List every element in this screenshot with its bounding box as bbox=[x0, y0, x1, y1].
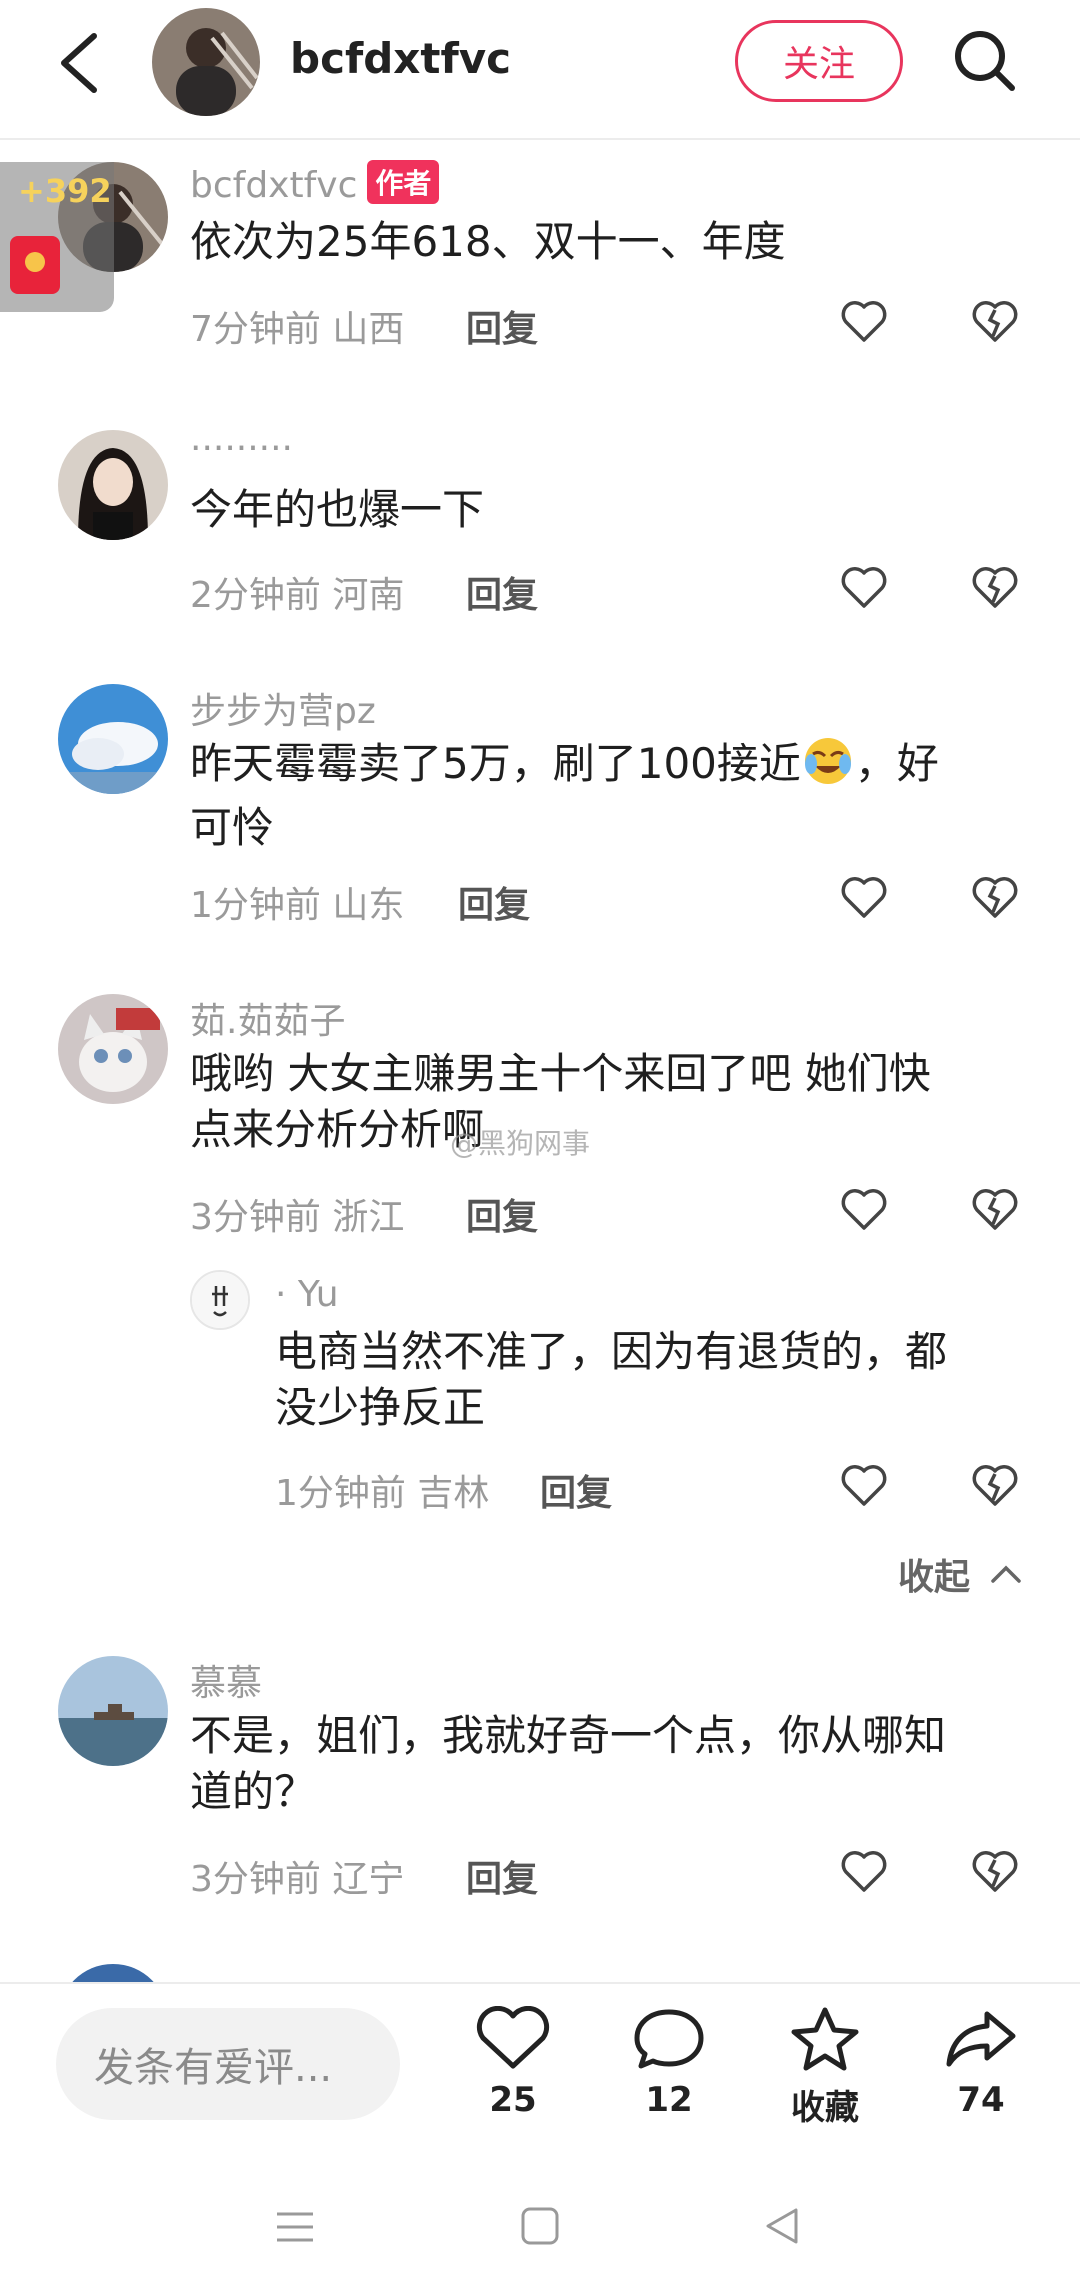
comment-text: 昨天霉霉卖了5万，刷了100接近 ，好 可怜 bbox=[190, 736, 939, 856]
like-icon[interactable] bbox=[840, 1848, 888, 1894]
comment-meta: 1分钟前 山东 bbox=[190, 885, 405, 926]
commenter-avatar[interactable] bbox=[58, 994, 168, 1104]
home-icon[interactable] bbox=[520, 2206, 560, 2250]
red-packet-count: +392 bbox=[18, 172, 112, 210]
like-icon[interactable] bbox=[840, 1462, 888, 1508]
commenter-username[interactable]: bcfdxtfvc 作者 bbox=[190, 160, 440, 206]
like-icon[interactable] bbox=[840, 564, 888, 610]
reply-button[interactable]: 回复 bbox=[458, 876, 530, 928]
comment-meta: 3分钟前 辽宁 bbox=[190, 1859, 405, 1900]
bottom-action-bar: 发条有爱评... 25 12 收藏 74 bbox=[0, 1982, 1080, 2142]
comment-text-line: 道的？ bbox=[190, 1767, 317, 1816]
comment-text-line: 哦哟 大女主赚男主十个来回了吧 她们快 bbox=[190, 1049, 931, 1098]
reply-button[interactable]: 回复 bbox=[466, 1188, 538, 1240]
reply-text: 电商当然不准了，因为有退货的，都 没少挣反正 bbox=[275, 1324, 947, 1436]
top-bar: bcfdxtfvc 关注 bbox=[0, 0, 1080, 140]
share-count: 74 bbox=[957, 2080, 1005, 2120]
follow-button[interactable]: 关注 bbox=[735, 20, 903, 102]
username-text[interactable]: bcfdxtfvc bbox=[190, 165, 357, 206]
search-icon[interactable] bbox=[950, 26, 1020, 96]
favorite-button[interactable]: 收藏 bbox=[770, 2006, 880, 2129]
comment-text-line: 可怜 bbox=[190, 803, 275, 852]
red-packet-float[interactable]: +392 bbox=[0, 162, 114, 312]
back-arrow-icon[interactable] bbox=[52, 28, 112, 98]
comment-text-line: 昨天霉霉卖了5万，刷了100接近 bbox=[190, 739, 801, 788]
dislike-icon[interactable] bbox=[970, 298, 1020, 344]
dislike-icon[interactable] bbox=[970, 874, 1020, 920]
watermark: @黑狗网事 bbox=[450, 1127, 591, 1160]
replier-username[interactable]: · Yu bbox=[275, 1274, 339, 1315]
author-avatar[interactable] bbox=[152, 8, 260, 116]
comment-bubble-icon bbox=[634, 2009, 704, 2069]
commenter-username[interactable]: 步步为营pz bbox=[190, 682, 376, 734]
reply-button[interactable]: 回复 bbox=[540, 1464, 612, 1516]
comment-text: 不是，姐们，我就好奇一个点，你从哪知 道的？ bbox=[190, 1708, 946, 1820]
commenter-avatar[interactable] bbox=[58, 430, 168, 540]
comment-meta: 2分钟前 河南 bbox=[190, 575, 405, 616]
chevron-up-icon bbox=[989, 1553, 1023, 1594]
star-icon bbox=[791, 2007, 859, 2071]
like-icon[interactable] bbox=[840, 874, 888, 920]
reply-button[interactable]: 回复 bbox=[466, 1850, 538, 1902]
comment-count: 12 bbox=[645, 2080, 693, 2120]
comment-meta: 7分钟前 山西 bbox=[190, 309, 405, 350]
heart-icon bbox=[476, 2006, 550, 2069]
commenter-username[interactable]: 慕慕 bbox=[190, 1654, 262, 1706]
dislike-icon[interactable] bbox=[970, 1186, 1020, 1232]
system-navigation-bar bbox=[0, 2142, 1080, 2274]
reply-text-line: 没少挣反正 bbox=[275, 1383, 486, 1432]
reply-meta: 1分钟前 吉林 bbox=[275, 1473, 490, 1514]
comment-text-line: 不是，姐们，我就好奇一个点，你从哪知 bbox=[190, 1711, 947, 1760]
comment-text-line-end: ，好 bbox=[854, 739, 939, 788]
dislike-icon[interactable] bbox=[970, 564, 1020, 610]
comment-text: 今年的也爆一下 bbox=[190, 485, 485, 534]
comment-button[interactable]: 12 bbox=[614, 2006, 724, 2120]
like-count: 25 bbox=[489, 2080, 537, 2120]
like-icon[interactable] bbox=[840, 1186, 888, 1232]
crying-laughing-emoji-icon bbox=[803, 736, 853, 800]
commenter-username[interactable]: 茹.茹茹子 bbox=[190, 992, 345, 1044]
share-button[interactable]: 74 bbox=[926, 2006, 1036, 2120]
reply-text-line: 电商当然不准了，因为有退货的，都 bbox=[275, 1327, 948, 1376]
red-packet-icon[interactable] bbox=[10, 236, 60, 294]
collapse-replies-button[interactable]: 收起 bbox=[898, 1548, 1023, 1600]
reply-button[interactable]: 回复 bbox=[466, 566, 538, 618]
replier-avatar[interactable] bbox=[190, 1270, 250, 1330]
author-username[interactable]: bcfdxtfvc bbox=[290, 34, 511, 83]
dislike-icon[interactable] bbox=[970, 1848, 1020, 1894]
comment-input[interactable]: 发条有爱评... bbox=[56, 2008, 400, 2120]
comment-text-line: 点来分析分析啊 bbox=[190, 1105, 485, 1154]
share-arrow-icon bbox=[946, 2011, 1016, 2067]
author-badge: 作者 bbox=[367, 160, 440, 204]
comment-meta: 3分钟前 浙江 bbox=[190, 1197, 405, 1238]
commenter-username[interactable]: ········· bbox=[190, 428, 293, 469]
like-icon[interactable] bbox=[840, 298, 888, 344]
dislike-icon[interactable] bbox=[970, 1462, 1020, 1508]
back-triangle-icon[interactable] bbox=[762, 2206, 802, 2250]
favorite-label: 收藏 bbox=[791, 2088, 859, 2128]
reply-button[interactable]: 回复 bbox=[466, 300, 538, 352]
commenter-avatar[interactable] bbox=[58, 684, 168, 794]
like-post-button[interactable]: 25 bbox=[458, 2006, 568, 2120]
collapse-label: 收起 bbox=[898, 1557, 971, 1598]
menu-icon[interactable] bbox=[275, 2210, 315, 2248]
commenter-avatar[interactable] bbox=[58, 1656, 168, 1766]
comment-text: 依次为25年618、双十一、年度 bbox=[190, 217, 786, 266]
